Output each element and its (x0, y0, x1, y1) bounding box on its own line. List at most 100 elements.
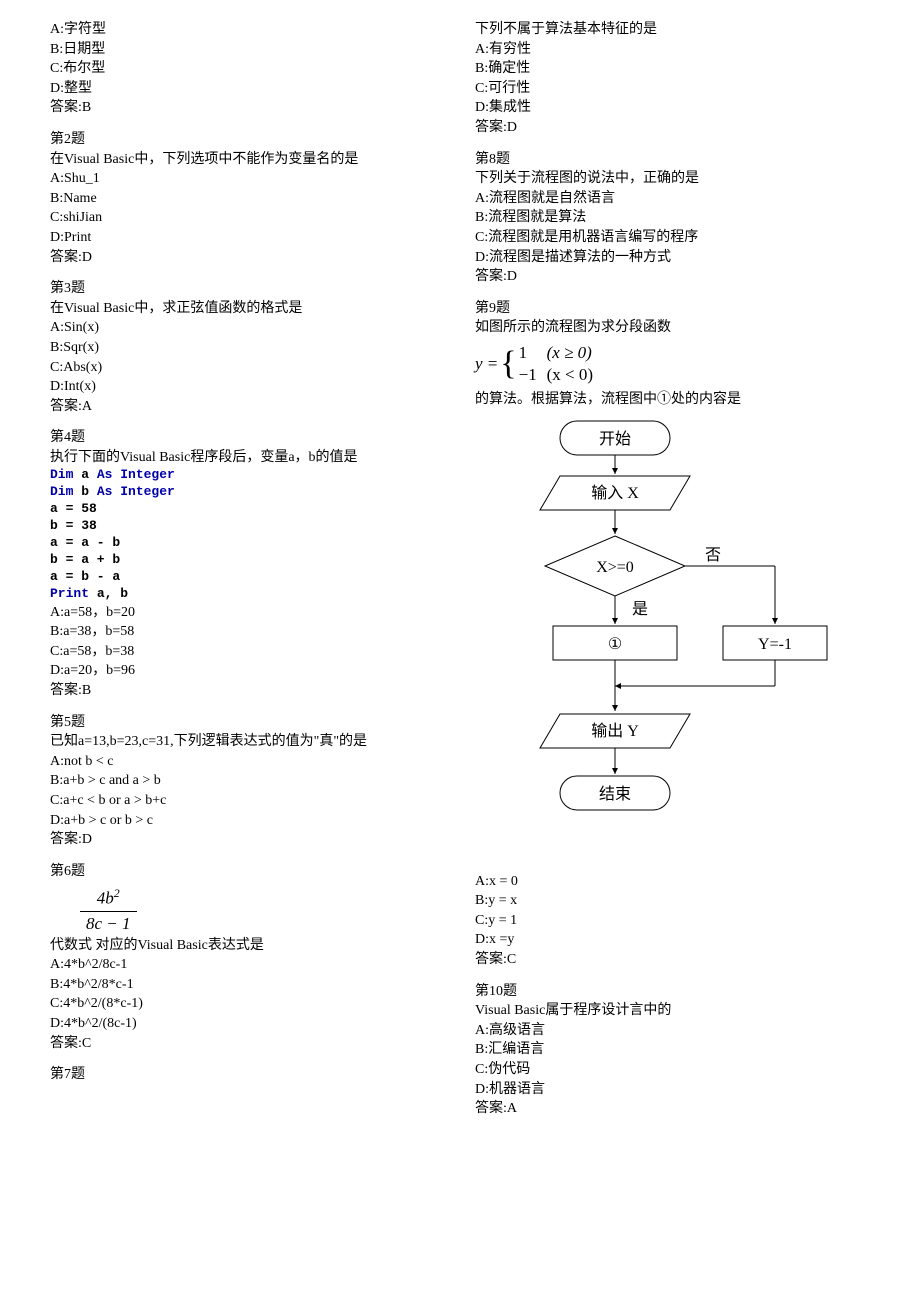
option-d: D:x =y (475, 930, 870, 950)
code-text: a, b (89, 586, 128, 601)
option-b: B:日期型 (50, 40, 445, 60)
option-b: B:a=38，b=58 (50, 622, 445, 642)
pw-case2-cond: (x < 0) (547, 365, 593, 384)
right-column: 下列不属于算法基本特征的是 A:有穷性 B:确定性 C:可行性 D:集成性 答案… (475, 20, 870, 1131)
pw-case2-val: −1 (519, 364, 547, 386)
code-line: a = a - b (50, 535, 445, 552)
option-d: D:整型 (50, 79, 445, 99)
question-stem: 已知a=13,b=23,c=31,下列逻辑表达式的值为"真"的是 (50, 732, 445, 752)
question-stem-1: 如图所示的流程图为求分段函数 (475, 318, 870, 338)
question-7: 下列不属于算法基本特征的是 A:有穷性 B:确定性 C:可行性 D:集成性 答案… (475, 20, 870, 138)
question-stem-2: 的算法。根据算法，流程图中①处的内容是 (475, 390, 870, 410)
code-kw: As Integer (97, 484, 175, 499)
question-4: 第4题 执行下面的Visual Basic程序段后，变量a，b的值是 Dim a… (50, 428, 445, 700)
option-b: B:Name (50, 189, 445, 209)
option-d: D:流程图是描述算法的一种方式 (475, 248, 870, 268)
option-a: A:Sin(x) (50, 318, 445, 338)
question-stem: 执行下面的Visual Basic程序段后，变量a，b的值是 (50, 448, 445, 468)
question-7-title-only: 第7题 (50, 1065, 445, 1085)
option-d: D:a+b > c or b > c (50, 811, 445, 831)
answer: 答案:D (475, 267, 870, 287)
piecewise-function: y = { 1(x ≥ 0) −1(x < 0) (475, 342, 593, 386)
option-c: C:Abs(x) (50, 358, 445, 378)
option-d: D:机器语言 (475, 1080, 870, 1100)
code-kw: Dim (50, 484, 73, 499)
flow-yes-label: 是 (632, 601, 648, 618)
question-1: A:字符型 B:日期型 C:布尔型 D:整型 答案:B (50, 20, 445, 118)
page-columns: A:字符型 B:日期型 C:布尔型 D:整型 答案:B 第2题 在Visual … (50, 20, 870, 1131)
pw-case1-val: 1 (519, 342, 547, 364)
option-b: B:y = x (475, 891, 870, 911)
answer: 答案:D (50, 248, 445, 268)
flow-box1: ① (608, 636, 622, 653)
option-a: A:有穷性 (475, 40, 870, 60)
question-stem: Visual Basic属于程序设计言中的 (475, 1001, 870, 1021)
pw-case1-cond: (x ≥ 0) (547, 343, 592, 362)
flowchart: 开始 输入 X X>=0 否 是 (475, 416, 835, 866)
flow-input: 输入 X (591, 484, 639, 502)
pw-y: y = (475, 352, 498, 376)
question-title: 第9题 (475, 299, 870, 319)
option-b: B:4*b^2/8*c-1 (50, 975, 445, 995)
option-a: A:流程图就是自然语言 (475, 189, 870, 209)
option-a: A:a=58，b=20 (50, 603, 445, 623)
option-c: C:shiJian (50, 208, 445, 228)
flow-output: 输出 Y (591, 722, 639, 740)
option-d: D:a=20，b=96 (50, 661, 445, 681)
option-c: C:布尔型 (50, 59, 445, 79)
flow-no-label: 否 (705, 547, 721, 564)
option-b: B:Sqr(x) (50, 338, 445, 358)
option-d: D:集成性 (475, 98, 870, 118)
fraction-denominator: 8c − 1 (80, 912, 137, 936)
math-fraction: 4b2 8c − 1 (80, 885, 137, 935)
option-a: A:Shu_1 (50, 169, 445, 189)
code-text: a (73, 467, 96, 482)
answer: 答案:D (50, 830, 445, 850)
question-title: 第2题 (50, 130, 445, 150)
code-line: a = 58 (50, 501, 445, 518)
question-title: 第5题 (50, 713, 445, 733)
option-a: A:高级语言 (475, 1021, 870, 1041)
option-b: B:流程图就是算法 (475, 208, 870, 228)
question-10: 第10题 Visual Basic属于程序设计言中的 A:高级语言 B:汇编语言… (475, 982, 870, 1119)
stem-pre: 代数式 (50, 938, 92, 953)
answer: 答案:B (50, 681, 445, 701)
question-9: 第9题 如图所示的流程图为求分段函数 y = { 1(x ≥ 0) −1(x <… (475, 299, 870, 970)
question-stem: 下列不属于算法基本特征的是 (475, 20, 870, 40)
option-b: B:汇编语言 (475, 1040, 870, 1060)
flow-end: 结束 (599, 785, 631, 803)
answer: 答案:D (475, 118, 870, 138)
option-d: D:4*b^2/(8c-1) (50, 1014, 445, 1034)
option-c: C:伪代码 (475, 1060, 870, 1080)
answer: 答案:B (50, 98, 445, 118)
question-2: 第2题 在Visual Basic中，下列选项中不能作为变量名的是 A:Shu_… (50, 130, 445, 267)
answer: 答案:C (475, 950, 870, 970)
answer: 答案:C (50, 1034, 445, 1054)
option-a: A:x = 0 (475, 872, 870, 892)
question-title: 第7题 (50, 1065, 445, 1085)
answer: 答案:A (475, 1099, 870, 1119)
option-b: B:a+b > c and a > b (50, 771, 445, 791)
question-title: 第4题 (50, 428, 445, 448)
question-stem: 下列关于流程图的说法中，正确的是 (475, 169, 870, 189)
option-c: C:可行性 (475, 79, 870, 99)
code-line: b = a + b (50, 552, 445, 569)
stem-post: 对应的Visual Basic表达式是 (96, 938, 264, 953)
option-c: C:y = 1 (475, 911, 870, 931)
code-kw: As Integer (97, 467, 175, 482)
option-c: C:a=58，b=38 (50, 642, 445, 662)
question-stem: 在Visual Basic中，求正弦值函数的格式是 (50, 299, 445, 319)
option-a: A:字符型 (50, 20, 445, 40)
option-c: C:4*b^2/(8*c-1) (50, 994, 445, 1014)
option-d: D:Print (50, 228, 445, 248)
option-c: C:a+c < b or a > b+c (50, 791, 445, 811)
question-8: 第8题 下列关于流程图的说法中，正确的是 A:流程图就是自然语言 B:流程图就是… (475, 150, 870, 287)
answer: 答案:A (50, 397, 445, 417)
question-3: 第3题 在Visual Basic中，求正弦值函数的格式是 A:Sin(x) B… (50, 279, 445, 416)
code-kw: Dim (50, 467, 73, 482)
flow-cond: X>=0 (596, 559, 634, 576)
flow-start: 开始 (599, 430, 631, 448)
fraction-numerator: 4b (97, 889, 114, 908)
option-a: A:4*b^2/8c-1 (50, 955, 445, 975)
option-b: B:确定性 (475, 59, 870, 79)
